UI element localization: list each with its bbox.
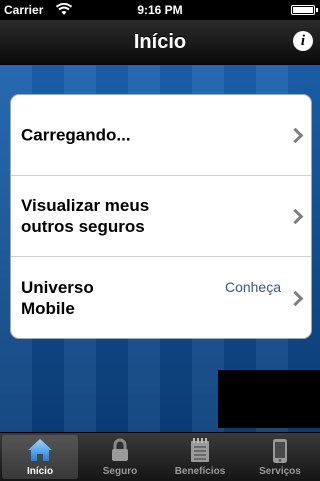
notepad-icon (191, 438, 209, 462)
tab-bar: Início Seguro Benefícios Serviços (0, 432, 320, 481)
row-label: Visualizar meus outros seguros (21, 196, 150, 236)
tab-seguro[interactable]: Seguro (82, 435, 158, 479)
status-bar: Carrier 9:16 PM (0, 0, 320, 20)
info-icon[interactable]: i (293, 31, 313, 51)
menu-table: Carregando... Visualizar meus outros seg… (10, 94, 312, 339)
tab-inicio[interactable]: Início (2, 435, 78, 479)
lock-icon (112, 438, 128, 461)
tab-label: Início (26, 466, 54, 477)
tab-label: Benefícios (174, 466, 226, 477)
chevron-right-icon (287, 290, 304, 306)
tab-servicos[interactable]: Serviços (242, 435, 318, 479)
row-outros-seguros[interactable]: Visualizar meus outros seguros (11, 176, 311, 257)
battery-icon (291, 5, 318, 15)
tab-beneficios[interactable]: Benefícios (162, 435, 238, 479)
row-label: Universo Mobile (21, 277, 94, 318)
row-carregando[interactable]: Carregando... (11, 95, 311, 176)
page-title: Início (133, 31, 187, 53)
chevron-right-icon (287, 127, 304, 144)
chevron-right-icon (287, 208, 304, 225)
black-placeholder (218, 370, 320, 428)
row-detail: Conheça (224, 279, 281, 295)
row-label: Carregando... (21, 125, 131, 145)
navigation-bar: Início i (0, 20, 320, 65)
status-time: 9:16 PM (137, 3, 183, 17)
row-universo-mobile[interactable]: Universo Mobile Conheça (11, 257, 311, 338)
phone-icon (273, 439, 287, 463)
tab-label: Serviços (259, 466, 301, 477)
home-icon (28, 439, 52, 461)
tab-label: Seguro (102, 466, 138, 477)
content-area: Carregando... Visualizar meus outros seg… (0, 65, 320, 432)
